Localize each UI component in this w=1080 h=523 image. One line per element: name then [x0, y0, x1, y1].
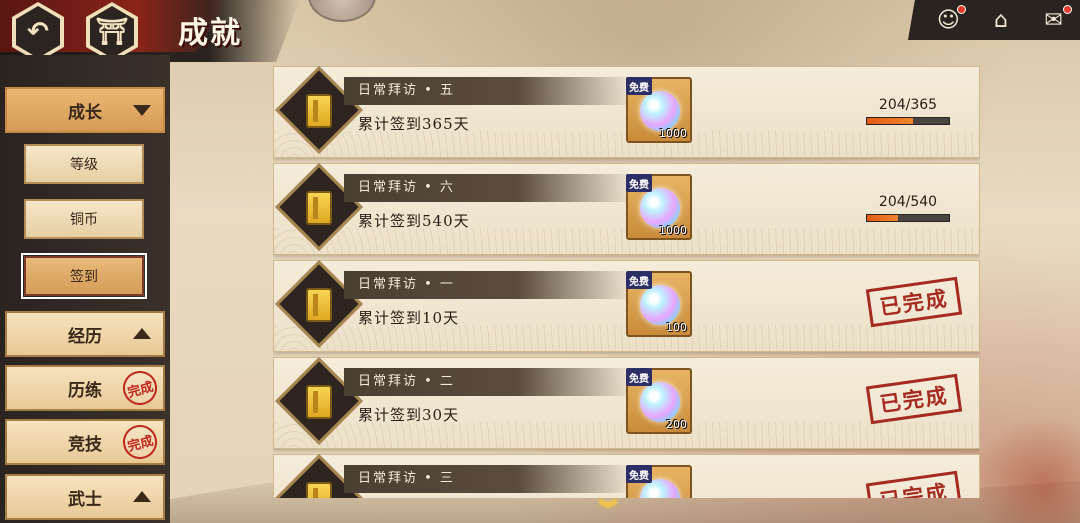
- reward-count: 100: [666, 321, 687, 334]
- completed-stamp: 已完成: [865, 373, 963, 425]
- notification-dot: [957, 5, 967, 14]
- completed-stamp: 已完成: [865, 470, 963, 498]
- free-tag: 免费: [626, 174, 652, 192]
- sidebar-item-experience[interactable]: 经历: [5, 311, 165, 357]
- book-icon: [306, 191, 332, 225]
- chevron-up-icon: [133, 328, 151, 339]
- crystal-gem-icon: [640, 91, 680, 131]
- book-icon: [306, 385, 332, 419]
- reward-count: 1000: [659, 224, 687, 237]
- free-tag: 免费: [626, 465, 652, 483]
- book-icon: [306, 482, 332, 498]
- mail-icon[interactable]: ✉: [1036, 5, 1072, 35]
- completed-stamp: 已完成: [865, 276, 963, 328]
- scroll-down-indicator-icon[interactable]: ︾: [594, 498, 622, 520]
- sidebar-item-training[interactable]: 历练 完成: [5, 365, 165, 411]
- complete-stamp-icon: 完成: [119, 421, 161, 463]
- crystal-gem-icon: [640, 285, 680, 325]
- reward-item[interactable]: 免费 100: [626, 271, 692, 337]
- sidebar-item-growth[interactable]: 成长: [5, 87, 165, 133]
- sidebar-sub-level[interactable]: 等级: [24, 144, 144, 184]
- chevron-up-icon: [133, 491, 151, 502]
- reward-item[interactable]: 免费 1000: [626, 174, 692, 240]
- character-icon[interactable]: ☺: [930, 5, 967, 35]
- achievement-description: 累计签到30天: [358, 406, 460, 424]
- achievement-card: 日常拜访 • 五 累计签到365天 免费 1000 204/365: [273, 66, 980, 158]
- achievement-title: 日常拜访 • 二: [344, 368, 634, 396]
- top-right-toolbar: ☺ ⌂ ✉: [908, 0, 1080, 40]
- reward-item[interactable]: 免费: [626, 465, 692, 498]
- achievement-title: 日常拜访 • 五: [344, 77, 634, 105]
- crystal-gem-icon: [640, 382, 680, 422]
- sidebar-item-samurai[interactable]: 武士: [5, 474, 165, 520]
- progress-fill: [867, 215, 898, 221]
- progress-text: 204/365: [878, 97, 938, 113]
- sidebar-item-arena[interactable]: 竞技 完成: [5, 419, 165, 465]
- back-arrow-icon: ↶: [16, 6, 60, 58]
- sidebar-sub-checkin[interactable]: 签到: [21, 253, 147, 299]
- achievement-description: 累计签到540天: [358, 212, 470, 230]
- achievement-title: 日常拜访 • 六: [344, 174, 634, 202]
- castle-home-icon: ⛩: [90, 6, 134, 58]
- free-tag: 免费: [626, 368, 652, 386]
- chevron-down-icon: [133, 105, 151, 116]
- notification-dot: [1062, 5, 1072, 14]
- achievement-title: 日常拜访 • 一: [344, 271, 634, 299]
- free-tag: 免费: [626, 77, 652, 95]
- progress-text: 204/540: [878, 194, 938, 210]
- progress-bar: [866, 117, 950, 125]
- achievement-card: 日常拜访 • 二 累计签到30天 免费 200 已完成: [273, 357, 980, 449]
- page-title: 成就: [178, 16, 242, 51]
- progress-fill: [867, 118, 913, 124]
- sidebar-sub-coins[interactable]: 铜币: [24, 199, 144, 239]
- achievement-card: 日常拜访 • 三 免费 已完成: [273, 454, 980, 498]
- reward-count: 1000: [659, 127, 687, 140]
- complete-stamp-icon: 完成: [119, 367, 161, 409]
- crystal-gem-icon: [640, 188, 680, 228]
- reward-count: 200: [666, 418, 687, 431]
- achievement-card: 日常拜访 • 六 累计签到540天 免费 1000 204/540: [273, 163, 980, 255]
- free-tag: 免费: [626, 271, 652, 289]
- upgrade-home-icon[interactable]: ⌂: [983, 5, 1019, 35]
- reward-item[interactable]: 免费 1000: [626, 77, 692, 143]
- achievement-description: 累计签到365天: [358, 115, 470, 133]
- book-icon: [306, 288, 332, 322]
- reward-item[interactable]: 免费 200: [626, 368, 692, 434]
- achievement-title: 日常拜访 • 三: [344, 465, 634, 493]
- achievement-description: 累计签到10天: [358, 309, 460, 327]
- achievement-card: 日常拜访 • 一 累计签到10天 免费 100 已完成: [273, 260, 980, 352]
- progress-bar: [866, 214, 950, 222]
- book-icon: [306, 94, 332, 128]
- achievement-list[interactable]: 日常拜访 • 五 累计签到365天 免费 1000 204/365 日常拜访 •…: [273, 66, 980, 498]
